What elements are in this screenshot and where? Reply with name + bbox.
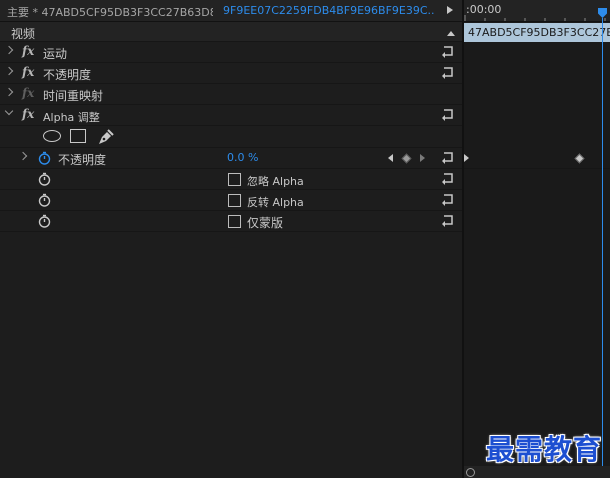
- reset-icon[interactable]: [441, 151, 455, 164]
- reset-icon[interactable]: [441, 45, 455, 58]
- reset-icon[interactable]: [441, 66, 455, 79]
- time-ruler[interactable]: :00:00: [464, 0, 610, 22]
- fx-icon[interactable]: fx: [22, 107, 34, 121]
- fx-icon: fx: [22, 86, 35, 100]
- effect-row-opacity[interactable]: fx 不透明度: [0, 63, 462, 84]
- chevron-right-icon[interactable]: [4, 45, 14, 55]
- stopwatch-icon[interactable]: [38, 193, 51, 207]
- mask-only-label: 仅蒙版: [247, 216, 284, 230]
- effect-timeline[interactable]: :00:00 47ABD5CF95DB3F3CC27B63 最需教育: [464, 0, 610, 478]
- chevron-right-icon[interactable]: [18, 151, 28, 161]
- param-row-ignore-alpha[interactable]: 忽略 Alpha: [0, 169, 462, 190]
- chevron-right-icon[interactable]: [4, 66, 14, 76]
- tab-bar: 主要 * 47ABD5CF95DB3F3CC27B63D8... 9F9EE07…: [0, 0, 462, 22]
- fx-icon[interactable]: fx: [22, 44, 34, 58]
- zoom-handle-icon[interactable]: [466, 468, 475, 477]
- stopwatch-icon[interactable]: [38, 172, 51, 186]
- section-header-video: 视频: [0, 22, 462, 42]
- stopwatch-icon[interactable]: [38, 151, 51, 165]
- tab-master-clip[interactable]: 主要 * 47ABD5CF95DB3F3CC27B63D8...: [7, 4, 213, 20]
- next-keyframe-icon[interactable]: [420, 154, 425, 162]
- param-label-opacity: 不透明度: [58, 153, 107, 167]
- stopwatch-icon[interactable]: [38, 214, 51, 228]
- invert-alpha-checkbox[interactable]: [228, 194, 241, 207]
- reset-icon[interactable]: [441, 193, 455, 206]
- param-row-invert-alpha[interactable]: 反转 Alpha: [0, 190, 462, 211]
- param-row-opacity[interactable]: 不透明度 0.0 %: [0, 148, 462, 169]
- effect-row-alpha-adjust[interactable]: fx Alpha 调整: [0, 105, 462, 126]
- scroll-up-icon[interactable]: [447, 31, 455, 36]
- ruler-ticks: [464, 15, 606, 21]
- effect-controls-empty-area: [0, 233, 462, 478]
- reset-icon[interactable]: [441, 108, 455, 121]
- effect-label-alpha-adjust: Alpha 调整: [43, 111, 100, 124]
- ignore-alpha-label: 忽略 Alpha: [247, 175, 304, 188]
- add-keyframe-icon[interactable]: [401, 153, 412, 164]
- ignore-alpha-checkbox[interactable]: [228, 173, 241, 186]
- effect-label-motion: 运动: [43, 47, 68, 61]
- chevron-right-icon[interactable]: [4, 87, 14, 97]
- clip-bar-label: 47ABD5CF95DB3F3CC27B63: [468, 26, 610, 39]
- playhead-line: [601, 18, 603, 466]
- effect-row-time-remap[interactable]: fx 时间重映射: [0, 84, 462, 105]
- keyframe-nav-icon[interactable]: [464, 154, 469, 162]
- effect-label-time-remap: 时间重映射: [43, 89, 104, 103]
- watermark-logo: 最需教育: [486, 433, 603, 466]
- tab-active-clip[interactable]: 9F9EE07C2259FDB4BF9E96BF9E39C...: [223, 4, 435, 17]
- invert-alpha-label: 反转 Alpha: [247, 196, 304, 209]
- reset-icon[interactable]: [441, 214, 455, 227]
- previous-keyframe-icon[interactable]: [388, 154, 393, 162]
- clip-bar[interactable]: 47ABD5CF95DB3F3CC27B63: [464, 23, 610, 42]
- section-label: 视频: [11, 27, 36, 41]
- reset-icon[interactable]: [441, 172, 455, 185]
- rectangle-mask-icon[interactable]: [70, 129, 86, 143]
- timeline-row-opacity[interactable]: [464, 148, 610, 169]
- fx-icon[interactable]: fx: [22, 65, 34, 79]
- param-row-mask-only[interactable]: 仅蒙版: [0, 211, 462, 232]
- mask-tools-row: [0, 126, 462, 148]
- play-only-icon[interactable]: [447, 6, 453, 14]
- effect-row-motion[interactable]: fx 运动: [0, 42, 462, 63]
- chevron-down-icon[interactable]: [4, 106, 14, 116]
- pen-mask-icon[interactable]: [96, 128, 114, 146]
- effect-label-opacity: 不透明度: [43, 68, 92, 82]
- ellipse-mask-icon[interactable]: [43, 130, 61, 142]
- mask-only-checkbox[interactable]: [228, 215, 241, 228]
- opacity-value-field[interactable]: 0.0 %: [227, 151, 258, 164]
- keyframe-icon[interactable]: [574, 153, 585, 164]
- effect-controls-list: 视频 fx 运动 fx 不透明度 fx 时间重映射 fx Alpha 调整 不透…: [0, 22, 462, 232]
